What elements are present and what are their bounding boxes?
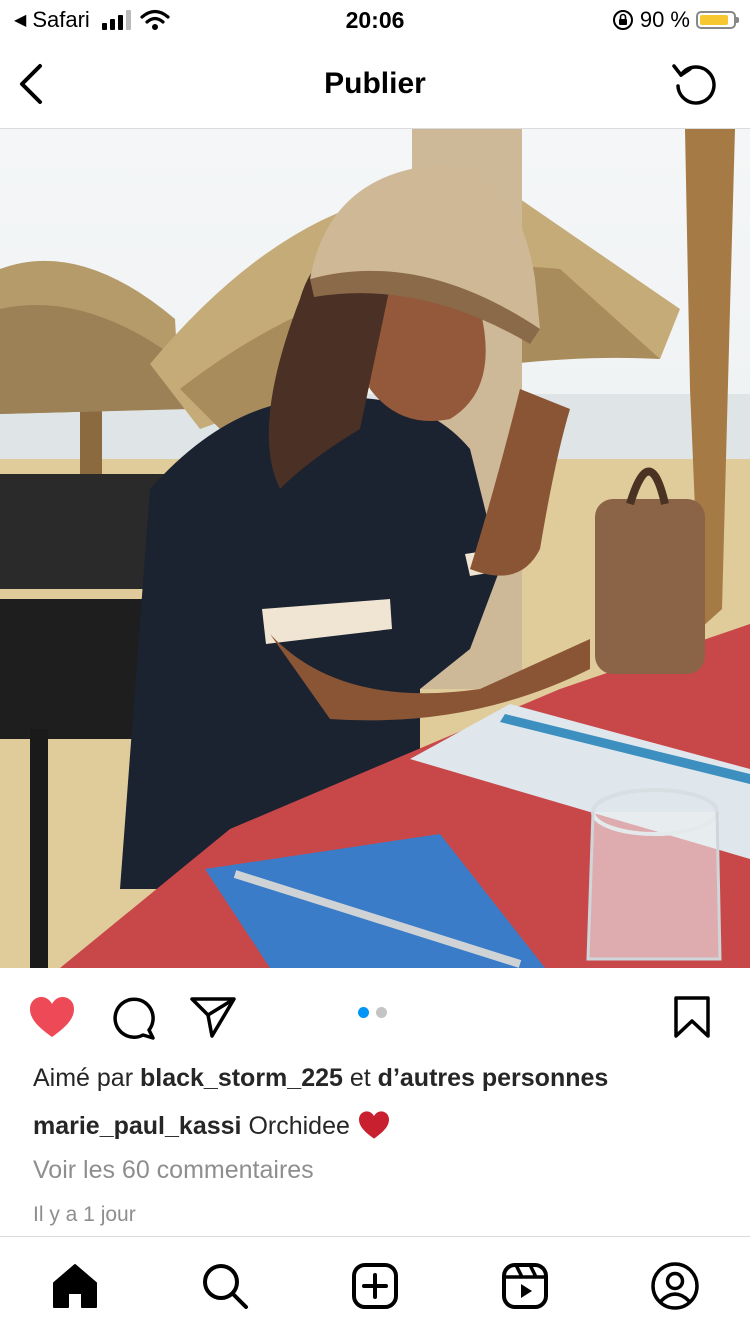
new-post-icon[interactable]	[350, 1261, 400, 1311]
status-bar: ◀ Safari 20:06 90 %	[0, 0, 750, 40]
caption-text: Orchidee	[248, 1112, 350, 1140]
post-photo[interactable]	[0, 129, 750, 968]
liked-by-username[interactable]: black_storm_225	[140, 1064, 343, 1092]
profile-icon[interactable]	[650, 1261, 700, 1311]
bookmark-icon[interactable]	[672, 995, 712, 1039]
view-comments-link[interactable]: Voir les 60 commentaires	[33, 1156, 314, 1185]
battery-percentage: 90 %	[639, 7, 690, 32]
post-caption: marie_paul_kassi Orchidee	[33, 1110, 391, 1147]
carousel-dot	[376, 1007, 387, 1018]
heart-icon[interactable]	[28, 995, 76, 1039]
battery-icon	[696, 11, 739, 29]
bottom-tab-bar	[0, 1236, 750, 1335]
top-navigation: Publier	[0, 40, 750, 129]
caption-heart-emoji	[357, 1110, 391, 1147]
likes-summary[interactable]: Aimé par black_storm_225 et d’autres per…	[33, 1064, 608, 1093]
carousel-dot-active	[358, 1007, 369, 1018]
search-icon[interactable]	[200, 1261, 250, 1311]
likes-others-link[interactable]: d’autres personnes	[378, 1064, 609, 1092]
page-title: Publier	[324, 67, 426, 100]
refresh-icon[interactable]	[670, 58, 720, 108]
post-timestamp: Il y a 1 jour	[33, 1203, 136, 1226]
home-icon[interactable]	[50, 1261, 100, 1311]
paper-plane-icon[interactable]	[190, 996, 236, 1038]
orientation-lock-icon	[612, 10, 633, 30]
carousel-indicator	[358, 1007, 387, 1018]
likes-prefix: Aimé par	[33, 1064, 134, 1092]
post-actions	[0, 990, 750, 1044]
author-username[interactable]: marie_paul_kassi	[33, 1112, 241, 1140]
comment-icon[interactable]	[110, 995, 156, 1041]
reels-icon[interactable]	[500, 1261, 550, 1311]
likes-connector: et	[349, 1064, 371, 1092]
post-image	[0, 129, 750, 968]
